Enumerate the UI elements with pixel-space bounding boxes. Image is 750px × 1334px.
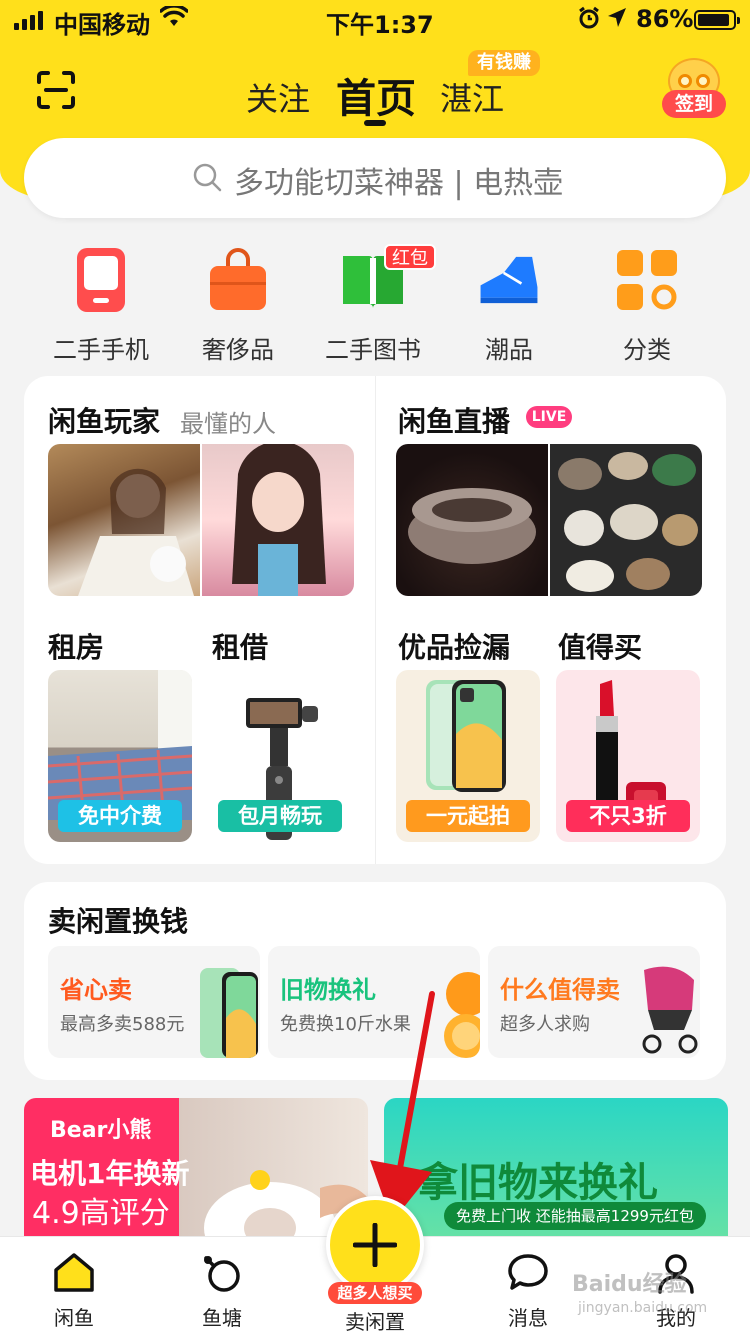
carrier-name: 中国移动 — [54, 11, 150, 39]
tab-city[interactable]: 湛江 — [440, 74, 504, 120]
phone-image — [200, 968, 258, 1058]
category-label: 潮品 — [485, 336, 533, 364]
sell-item-worry-free[interactable]: 省心卖 最高多卖588元 — [48, 946, 260, 1058]
search-bar[interactable]: 多功能切菜神器 | 电热壶 — [24, 138, 726, 218]
signal-icon — [14, 10, 43, 30]
live-photo[interactable] — [550, 444, 702, 596]
fab-badge: 超多人想买 — [328, 1282, 422, 1304]
players-title[interactable]: 闲鱼玩家 — [48, 400, 160, 440]
tab-messages[interactable]: 消息 — [478, 1252, 578, 1331]
battery-percent: 86% — [636, 5, 694, 33]
rent-pill: 免中介费 — [58, 800, 182, 832]
worth-title[interactable]: 值得买 — [558, 626, 642, 666]
sneaker-icon — [480, 256, 538, 304]
tab-home[interactable]: 首页 — [336, 66, 416, 124]
location-icon — [608, 8, 626, 27]
sell-item-worth-selling[interactable]: 什么值得卖 超多人求购 — [488, 946, 700, 1058]
banner-brand: Bear小熊 — [50, 1118, 152, 1143]
bargain-title[interactable]: 优品捡漏 — [398, 626, 510, 666]
watermark: Baidu经验 — [572, 1272, 687, 1297]
message-icon — [508, 1254, 548, 1290]
category-label: 二手手机 — [53, 336, 149, 364]
tab-label: 闲鱼 — [54, 1306, 94, 1330]
borrow-title[interactable]: 租借 — [212, 626, 268, 666]
bag-icon — [210, 248, 266, 310]
live-badge: LIVE — [526, 406, 572, 428]
tab-follow[interactable]: 关注 — [246, 74, 310, 120]
sell-item-subtitle: 最高多卖588元 — [60, 1014, 185, 1035]
bargain-pill: 一元起拍 — [406, 800, 530, 832]
worth-pill: 不只3折 — [566, 800, 690, 832]
category-label: 奢侈品 — [202, 336, 274, 364]
grid-icon — [617, 250, 677, 310]
live-title[interactable]: 闲鱼直播 — [398, 400, 510, 440]
home-icon — [54, 1253, 94, 1292]
sign-in-label: 签到 — [662, 90, 726, 118]
player-photo[interactable] — [202, 444, 354, 596]
sell-item-title: 省心卖 — [60, 976, 132, 1004]
tab-pond[interactable]: 鱼塘 — [172, 1252, 272, 1331]
category-label: 二手图书 — [325, 336, 421, 364]
players-subtitle: 最懂的人 — [180, 410, 276, 438]
divider — [375, 376, 376, 864]
sign-in-button[interactable]: 签到 — [662, 56, 726, 124]
borrow-pill: 包月畅玩 — [218, 800, 342, 832]
sell-fab-button[interactable] — [326, 1196, 424, 1294]
player-photo[interactable] — [48, 444, 200, 596]
sell-item-subtitle: 超多人求购 — [500, 1014, 590, 1035]
money-badge[interactable]: 有钱赚 — [468, 50, 540, 76]
category-phones[interactable]: 二手手机 — [36, 248, 166, 365]
category-trendy[interactable]: 潮品 — [444, 248, 574, 365]
arrow-annotation — [370, 991, 435, 1222]
banner-line2: 4.9高评分 — [32, 1196, 170, 1231]
active-tab-indicator — [364, 120, 386, 126]
live-photo[interactable] — [396, 444, 548, 596]
alarm-icon — [579, 6, 599, 29]
wifi-icon — [160, 6, 188, 26]
plus-icon — [353, 1223, 397, 1267]
banner-line1: 电机1年换新 — [30, 1157, 190, 1190]
sell-title: 卖闲置换钱 — [48, 905, 189, 938]
banner-subtitle: 免费上门收 还能抽最高1299元红包 — [444, 1202, 706, 1230]
search-icon — [193, 163, 222, 192]
banner-bear[interactable]: Bear小熊 电机1年换新 4.9高评分 — [24, 1098, 368, 1258]
battery-icon — [694, 10, 740, 30]
phone-icon — [77, 248, 125, 312]
pond-icon — [204, 1256, 240, 1292]
tab-xianyu[interactable]: 闲鱼 — [24, 1252, 124, 1331]
tab-label: 鱼塘 — [202, 1306, 242, 1330]
rent-title[interactable]: 租房 — [48, 626, 104, 666]
search-placeholder: 多功能切菜神器 | 电热壶 — [234, 166, 564, 201]
red-packet-badge: 红包 — [384, 244, 436, 270]
tab-sell-label[interactable]: 卖闲置 — [330, 1306, 420, 1334]
stroller-image — [642, 966, 698, 1054]
sell-item-title: 什么值得卖 — [500, 976, 620, 1004]
category-label: 分类 — [623, 336, 671, 364]
category-all[interactable]: 分类 — [582, 248, 712, 365]
clock: 下午1:37 — [326, 11, 434, 39]
category-luxury[interactable]: 奢侈品 — [173, 248, 303, 365]
tab-label: 消息 — [508, 1306, 548, 1330]
watermark-url: jingyan.baidu.com — [578, 1300, 708, 1316]
scan-icon[interactable] — [36, 70, 76, 110]
status-bar: 中国移动 下午1:37 86% — [0, 0, 750, 40]
